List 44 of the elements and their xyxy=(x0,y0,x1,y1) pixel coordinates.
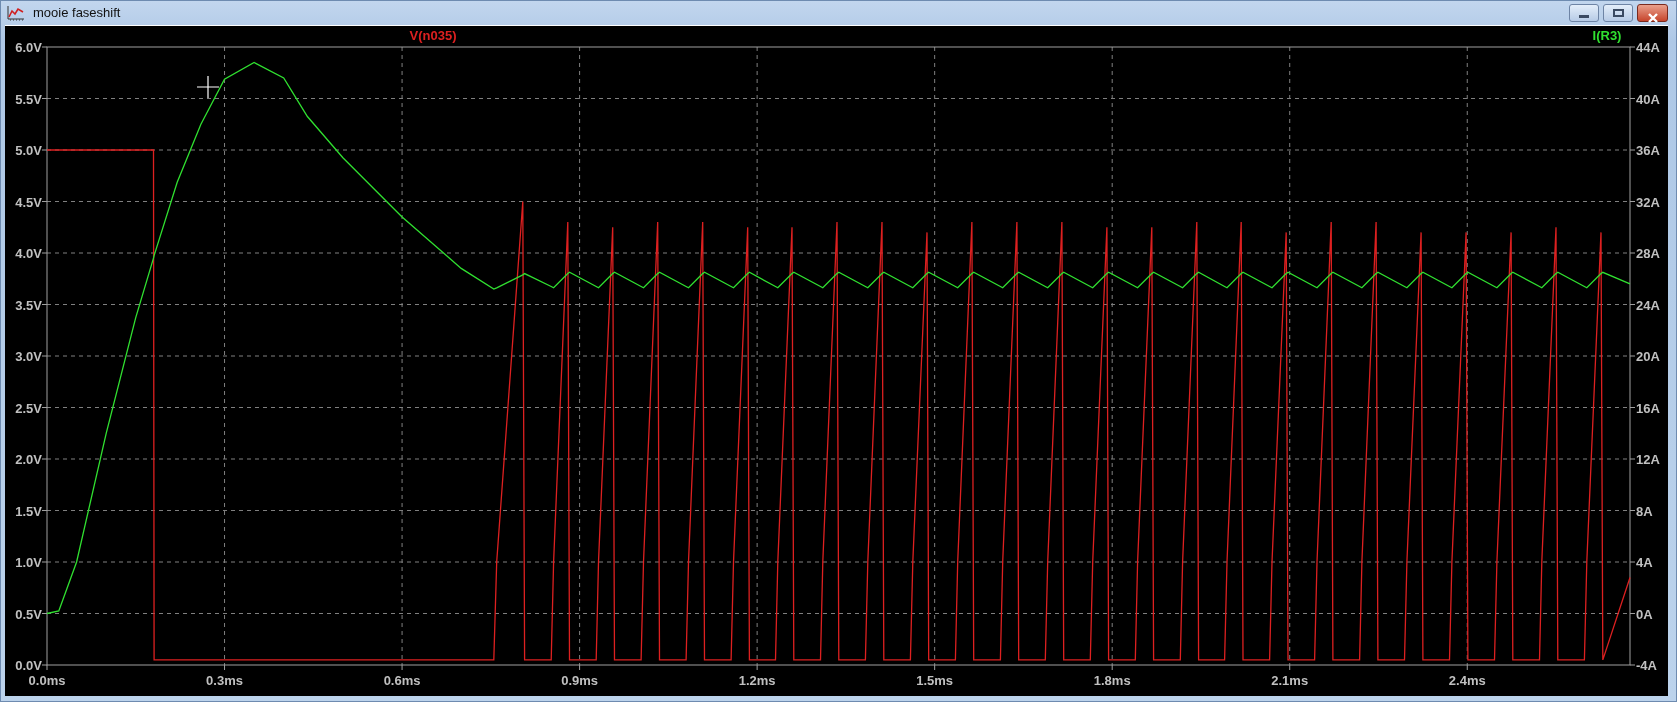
right-axis-tick-label: 44A xyxy=(1636,40,1660,55)
y-axis-tick-label: 3.0V xyxy=(15,349,42,364)
right-axis-tick-label: 16A xyxy=(1636,400,1660,416)
x-axis-tick-label: 1.2ms xyxy=(738,673,776,688)
right-axis-tick-label: 20A xyxy=(1636,349,1660,364)
close-button[interactable] xyxy=(1637,4,1668,22)
right-axis-tick-label: 8A xyxy=(1636,503,1653,519)
y-axis-tick-label: 1.5V xyxy=(15,503,42,519)
trace-label[interactable]: V(n035) xyxy=(409,28,457,43)
y-axis-tick-label: 4.5V xyxy=(15,194,42,210)
y-axis-tick-label: 0.5V xyxy=(15,606,42,622)
x-axis-tick-label: 0.3ms xyxy=(206,673,243,688)
y-axis-tick-label: 4.0V xyxy=(15,246,42,261)
right-axis-tick-label: 0A xyxy=(1636,606,1653,622)
right-axis-tick-label: 28A xyxy=(1636,246,1660,261)
window-title: mooie faseshift xyxy=(33,4,121,23)
x-axis-tick-label: 0.0ms xyxy=(28,673,66,688)
minimize-button[interactable] xyxy=(1569,4,1599,22)
right-axis-tick-label: 32A xyxy=(1636,194,1660,210)
y-axis-tick-label: 5.0V xyxy=(15,143,42,158)
x-axis-tick-label: 2.4ms xyxy=(1448,673,1486,688)
x-axis-tick-label: 1.8ms xyxy=(1093,673,1131,688)
maximize-button[interactable] xyxy=(1603,4,1633,22)
right-axis-tick-label: 24A xyxy=(1636,297,1660,313)
right-axis-tick-label: 40A xyxy=(1636,91,1660,107)
y-axis-tick-label: 3.5V xyxy=(15,297,42,313)
x-axis-tick-label: 0.6ms xyxy=(383,673,421,688)
y-axis-tick-label: 1.0V xyxy=(15,555,42,570)
y-axis-tick-label: 2.5V xyxy=(15,400,42,416)
right-axis-tick-label: 36A xyxy=(1636,143,1660,158)
right-axis-tick-label: 12A xyxy=(1636,452,1660,467)
right-axis-tick-label: 4A xyxy=(1636,555,1653,570)
x-axis-tick-label: 1.5ms xyxy=(916,673,954,688)
y-axis-tick-label: 5.5V xyxy=(15,91,42,107)
close-icon xyxy=(1646,12,1659,23)
y-axis-tick-label: 2.0V xyxy=(15,452,42,467)
right-axis-tick-label: -4A xyxy=(1636,658,1657,673)
x-axis-tick-label: 2.1ms xyxy=(1271,673,1309,688)
y-axis-tick-label: 6.0V xyxy=(15,40,42,55)
trace-label[interactable]: I(R3) xyxy=(1592,28,1622,43)
y-axis-tick-label: 0.0V xyxy=(15,658,42,673)
crosshair-icon xyxy=(196,75,220,99)
x-axis-tick-label: 0.9ms xyxy=(561,673,599,688)
waveform-app-icon xyxy=(7,5,25,21)
